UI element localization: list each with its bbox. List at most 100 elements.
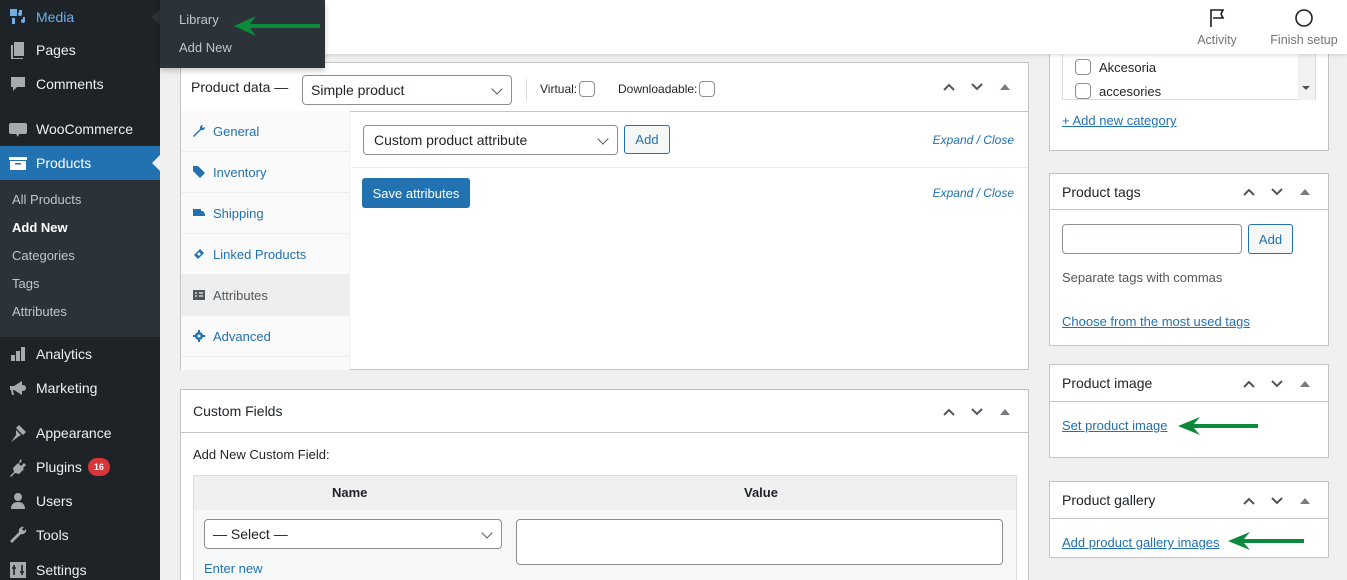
chevron-down-icon bbox=[971, 83, 983, 91]
sidebar-item-analytics[interactable]: Analytics bbox=[0, 337, 160, 371]
sidebar-item-marketing[interactable]: Marketing bbox=[0, 371, 160, 405]
annotation-arrow-icon bbox=[1178, 417, 1258, 435]
tag-input[interactable] bbox=[1062, 224, 1242, 254]
custom-field-value-textarea[interactable] bbox=[516, 519, 1003, 565]
sidebar-item-settings[interactable]: Settings bbox=[0, 553, 160, 580]
sidebar-item-label: Users bbox=[36, 493, 73, 509]
wrench-icon bbox=[0, 525, 36, 545]
sidebar-item-media[interactable]: Media bbox=[0, 0, 160, 34]
move-down-button[interactable] bbox=[964, 399, 990, 425]
tab-inventory[interactable]: Inventory bbox=[181, 152, 349, 193]
admin-sidebar: Media Pages Comments WooCommerce Product… bbox=[0, 0, 160, 580]
triangle-up-icon bbox=[1300, 380, 1310, 387]
move-up-button[interactable] bbox=[936, 74, 962, 100]
sidebar-item-products[interactable]: Products bbox=[0, 146, 160, 180]
custom-field-name-select[interactable]: — Select — bbox=[204, 519, 502, 549]
custom-fields-panel: Custom Fields Add New Custom Field: Name… bbox=[180, 389, 1029, 580]
flyout-library[interactable]: Library bbox=[179, 12, 219, 27]
flyout-add-new[interactable]: Add New bbox=[179, 40, 232, 55]
move-down-button[interactable] bbox=[1264, 371, 1290, 397]
paintbrush-icon bbox=[0, 423, 36, 443]
sidebar-item-comments[interactable]: Comments bbox=[0, 67, 160, 101]
scroll-down-icon[interactable] bbox=[1302, 86, 1310, 90]
toggle-panel-button[interactable] bbox=[1292, 371, 1318, 397]
sidebar-item-label: Marketing bbox=[36, 380, 98, 396]
add-product-gallery-images-link[interactable]: Add product gallery images bbox=[1062, 535, 1220, 550]
sidebar-item-plugins[interactable]: Plugins 16 bbox=[0, 450, 160, 484]
submenu-categories[interactable]: Categories bbox=[0, 242, 160, 270]
tab-attributes[interactable]: Attributes bbox=[181, 275, 349, 316]
sidebar-item-users[interactable]: Users bbox=[0, 484, 160, 518]
submenu-add-new[interactable]: Add New bbox=[0, 214, 160, 242]
column-name: Name bbox=[332, 485, 368, 500]
circle-icon bbox=[1295, 9, 1313, 27]
tab-advanced[interactable]: Advanced bbox=[181, 316, 349, 357]
sidebar-item-pages[interactable]: Pages bbox=[0, 33, 160, 67]
product-tags-panel: Product tags Add Separate tags with comm… bbox=[1049, 173, 1329, 346]
submenu-all-products[interactable]: All Products bbox=[0, 186, 160, 214]
product-type-select[interactable]: Simple product bbox=[302, 75, 512, 105]
tab-linked-products[interactable]: Linked Products bbox=[181, 234, 349, 275]
category-checkbox[interactable] bbox=[1075, 83, 1091, 99]
attribute-select[interactable]: Custom product attribute bbox=[363, 125, 618, 155]
list-icon bbox=[193, 289, 213, 301]
plugin-icon bbox=[0, 457, 36, 477]
save-attributes-button[interactable]: Save attributes bbox=[362, 178, 470, 208]
panel-controls bbox=[1236, 174, 1318, 210]
toggle-panel-button[interactable] bbox=[1292, 488, 1318, 514]
category-item[interactable]: Akcesoria bbox=[1075, 59, 1156, 75]
toggle-panel-button[interactable] bbox=[992, 399, 1018, 425]
move-down-button[interactable] bbox=[1264, 488, 1290, 514]
product-data-header: Product data — Simple product Virtual: D… bbox=[181, 63, 1028, 112]
virtual-label-text: Virtual: bbox=[540, 82, 578, 96]
expand-close-link[interactable]: Expand / Close bbox=[933, 133, 1014, 147]
expand-close-link[interactable]: Expand / Close bbox=[933, 186, 1014, 200]
comments-icon bbox=[0, 74, 36, 94]
submenu-tags[interactable]: Tags bbox=[0, 270, 160, 298]
products-submenu: All Products Add New Categories Tags Att… bbox=[0, 180, 160, 337]
custom-field-table: Name Value — Select — Enter new bbox=[193, 475, 1017, 580]
chevron-down-icon bbox=[971, 407, 983, 415]
add-attribute-button[interactable]: Add bbox=[624, 125, 670, 154]
attribute-select-value: Custom product attribute bbox=[374, 132, 528, 148]
pages-icon bbox=[0, 40, 36, 60]
enter-new-link[interactable]: Enter new bbox=[204, 561, 263, 576]
wrench-icon bbox=[193, 125, 213, 137]
move-up-button[interactable] bbox=[1236, 488, 1262, 514]
finish-setup-button[interactable]: Finish setup bbox=[1264, 0, 1344, 54]
tab-label: Attributes bbox=[213, 287, 268, 303]
downloadable-checkbox[interactable] bbox=[699, 81, 716, 97]
move-down-button[interactable] bbox=[964, 74, 990, 100]
choose-most-used-tags-link[interactable]: Choose from the most used tags bbox=[1062, 314, 1250, 329]
product-gallery-header: Product gallery bbox=[1050, 482, 1328, 519]
set-product-image-link[interactable]: Set product image bbox=[1062, 418, 1168, 433]
category-checkbox[interactable] bbox=[1075, 59, 1091, 75]
tab-shipping[interactable]: Shipping bbox=[181, 193, 349, 234]
activity-button[interactable]: Activity bbox=[1190, 0, 1244, 54]
scrollbar[interactable] bbox=[1298, 50, 1315, 100]
sidebar-item-label: Tools bbox=[36, 527, 69, 543]
move-down-button[interactable] bbox=[1264, 179, 1290, 205]
sidebar-item-tools[interactable]: Tools bbox=[0, 518, 160, 552]
panel-controls bbox=[1236, 365, 1318, 402]
toggle-panel-button[interactable] bbox=[992, 74, 1018, 100]
tab-label: Inventory bbox=[213, 164, 267, 180]
move-up-button[interactable] bbox=[936, 399, 962, 425]
move-up-button[interactable] bbox=[1236, 179, 1262, 205]
downloadable-label-text: Downloadable: bbox=[618, 82, 698, 96]
move-up-button[interactable] bbox=[1236, 371, 1262, 397]
virtual-checkbox[interactable] bbox=[579, 81, 596, 97]
sidebar-item-appearance[interactable]: Appearance bbox=[0, 416, 160, 450]
truck-icon bbox=[193, 207, 213, 219]
settings-icon bbox=[0, 560, 36, 580]
add-new-category-link[interactable]: + Add new category bbox=[1062, 113, 1177, 128]
submenu-attributes[interactable]: Attributes bbox=[0, 298, 160, 326]
virtual-label: Virtual: bbox=[540, 81, 596, 97]
sidebar-item-woocommerce[interactable]: WooCommerce bbox=[0, 112, 160, 146]
tab-general[interactable]: General bbox=[181, 111, 349, 152]
toggle-panel-button[interactable] bbox=[1292, 179, 1318, 205]
add-tag-button[interactable]: Add bbox=[1248, 224, 1293, 254]
annotation-arrow-icon bbox=[1228, 532, 1304, 550]
current-pointer bbox=[152, 155, 160, 171]
category-item[interactable]: accesories bbox=[1075, 83, 1161, 99]
